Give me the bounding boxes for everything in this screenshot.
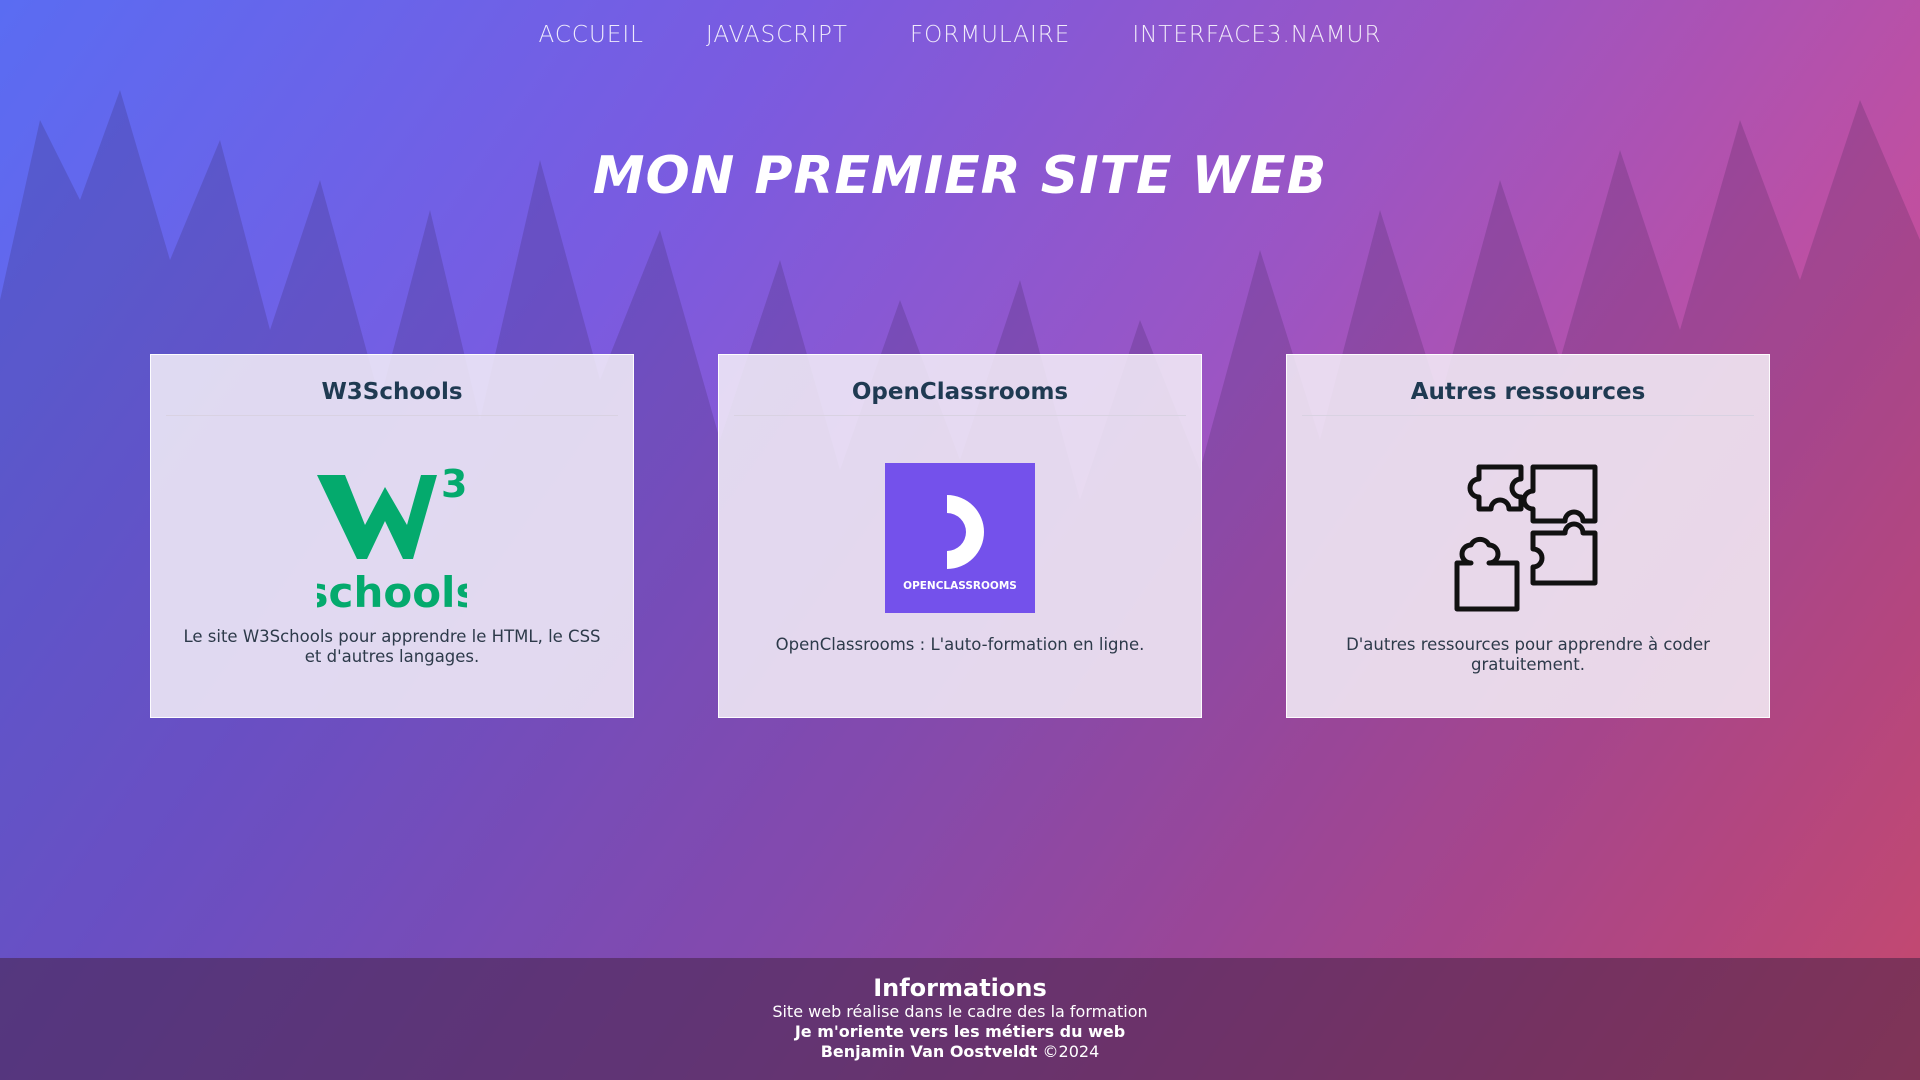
card-w3schools[interactable]: W3Schools 3 schools Le site W3Schools po… xyxy=(150,354,634,718)
nav-link-formulaire[interactable]: FORMULAIRE xyxy=(910,22,1070,48)
nav-link-interface3-namur[interactable]: INTERFACE3.NAMUR xyxy=(1132,22,1381,48)
openclassrooms-logo-word: OPENCLASSROOMS xyxy=(903,580,1017,592)
footer-line-training: Site web réalise dans le cadre des la fo… xyxy=(772,1002,1148,1021)
card-title: W3Schools xyxy=(321,379,463,405)
page-title: MON PREMIER SITE WEB xyxy=(592,146,1328,206)
puzzle-icon[interactable] xyxy=(1453,463,1603,613)
card-description: Le site W3Schools pour apprendre le HTML… xyxy=(183,627,601,666)
footer-line-program: Je m'oriente vers les métiers du web xyxy=(0,1022,1920,1042)
footer-author-name: Benjamin Van Oostveldt xyxy=(820,1042,1038,1061)
openclassrooms-logo[interactable]: OPENCLASSROOMS xyxy=(885,463,1035,613)
footer-program-name: Je m'oriente vers les métiers du web xyxy=(794,1022,1126,1041)
card-openclassrooms[interactable]: OpenClassrooms OPENCLASSROOMS OpenClassr… xyxy=(718,354,1202,718)
main-nav: ACCUEIL JAVASCRIPT FORMULAIRE INTERFACE3… xyxy=(0,22,1920,48)
footer-title: Informations xyxy=(873,974,1047,1002)
nav-link-accueil[interactable]: ACCUEIL xyxy=(539,22,644,48)
card-title: Autres ressources xyxy=(1410,379,1646,405)
card-divider xyxy=(166,415,618,416)
card-divider xyxy=(734,415,1186,416)
card-autres-ressources[interactable]: Autres ressources D'autres ressources po… xyxy=(1286,354,1770,718)
w3schools-logo-word: schools xyxy=(317,568,467,613)
footer-line-author: Benjamin Van Oostveldt ©2024 xyxy=(0,1042,1920,1062)
card-title: OpenClassrooms xyxy=(851,379,1069,405)
w3schools-logo[interactable]: 3 schools xyxy=(317,463,467,613)
card-description: D'autres ressources pour apprendre à cod… xyxy=(1346,635,1710,674)
w3schools-logo-sup: 3 xyxy=(441,463,467,506)
card-divider xyxy=(1302,415,1754,416)
resource-cards: W3Schools 3 schools Le site W3Schools po… xyxy=(150,354,1770,718)
site-footer: Informations Site web réalise dans le ca… xyxy=(0,958,1920,1080)
footer-copyright: ©2024 xyxy=(1042,1042,1100,1061)
card-description: OpenClassrooms : L'auto-formation en lig… xyxy=(775,635,1145,654)
nav-link-javascript[interactable]: JAVASCRIPT xyxy=(706,22,848,48)
